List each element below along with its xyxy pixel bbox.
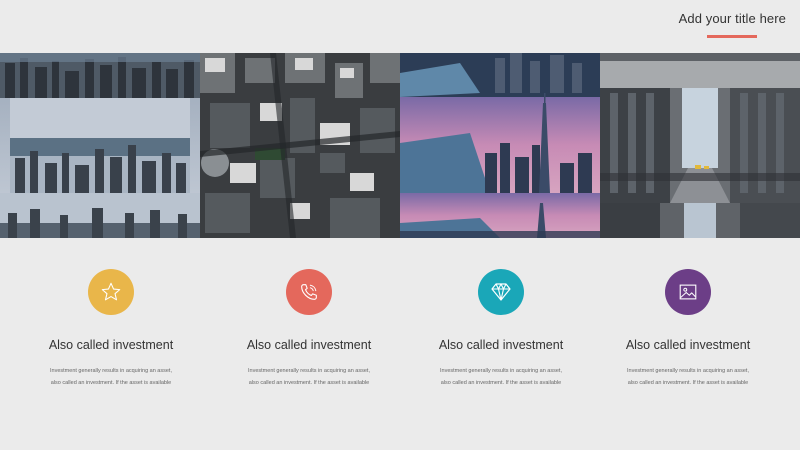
feature-row: Also called investment Investment genera…: [0, 269, 800, 409]
feature-item: Also called investment Investment genera…: [209, 269, 409, 389]
feature-icon-circle: [665, 269, 711, 315]
photo-strip: [0, 53, 800, 238]
feature-description: Investment generally results in acquirin…: [421, 365, 581, 389]
feature-item: Also called investment Investment genera…: [11, 269, 211, 389]
feature-description-line: also called an investment. If the asset …: [50, 380, 172, 386]
feature-description: Investment generally results in acquirin…: [229, 365, 389, 389]
title-underline: [707, 35, 757, 38]
diamond-icon: [491, 283, 511, 301]
feature-description: Investment generally results in acquirin…: [31, 365, 191, 389]
feature-description-line: Investment generally results in acquirin…: [440, 368, 562, 374]
feature-description-line: Investment generally results in acquirin…: [248, 368, 370, 374]
feature-description-line: Investment generally results in acquirin…: [627, 368, 749, 374]
feature-description-line: also called an investment. If the asset …: [248, 380, 370, 386]
feature-heading: Also called investment: [625, 338, 751, 352]
feature-item: Also called investment Investment genera…: [401, 269, 601, 389]
photo-city-street: [600, 53, 800, 238]
feature-icon-circle: [478, 269, 524, 315]
feature-description-line: also called an investment. If the asset …: [627, 380, 749, 386]
feature-icon-circle: [88, 269, 134, 315]
star-icon: [101, 282, 121, 301]
photo-aerial-rooftops: [200, 53, 400, 238]
feature-icon-circle: [286, 269, 332, 315]
feature-heading: Also called investment: [246, 338, 372, 352]
feature-heading: Also called investment: [438, 338, 564, 352]
slide-title: Add your title here: [678, 11, 786, 26]
photo-tower-dusk: [400, 53, 600, 238]
feature-description-line: also called an investment. If the asset …: [440, 380, 562, 386]
image-icon: [679, 284, 697, 300]
feature-description-line: Investment generally results in acquirin…: [50, 368, 172, 374]
photo-harbor-skyline: [0, 53, 200, 238]
feature-heading: Also called investment: [48, 338, 174, 352]
feature-item: Also called investment Investment genera…: [588, 269, 788, 389]
feature-description: Investment generally results in acquirin…: [608, 365, 768, 389]
phone-icon: [301, 284, 317, 300]
